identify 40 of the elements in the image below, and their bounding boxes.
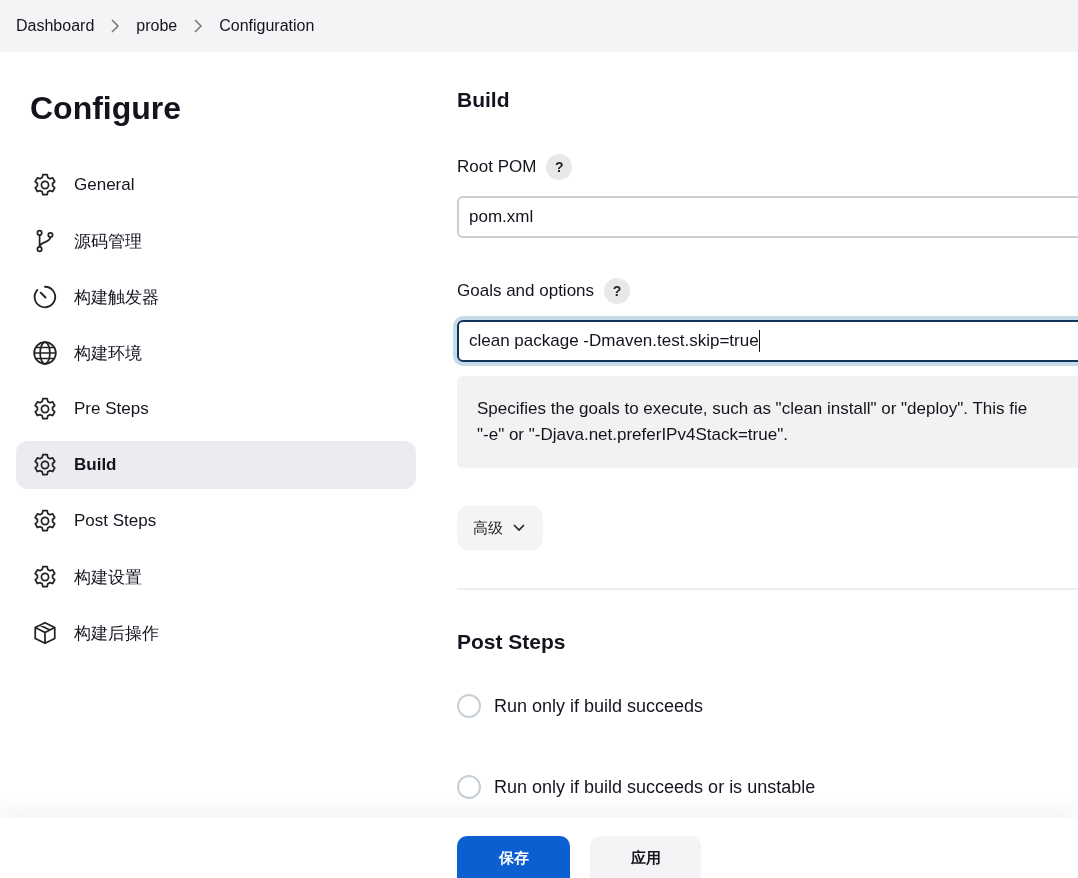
gear-icon [32,396,58,422]
field-label: Goals and options [457,281,595,301]
apply-button[interactable]: 应用 [590,836,701,878]
gear-icon [32,172,58,198]
sidebar-item[interactable]: 源码管理 [16,217,416,265]
sidebar-item[interactable]: 构建环境 [16,329,416,377]
sidebar-item[interactable]: Build [16,441,416,489]
chevron-down-icon [513,524,525,532]
chevron-right-icon [110,19,121,33]
radio-label: Run only if build succeeds or is unstable [494,776,816,798]
globe-icon [32,340,58,366]
input-field[interactable]: pom.xml [457,196,1078,238]
chevron-right-icon [193,19,204,33]
breadcrumb-link[interactable]: probe [136,17,178,35]
sidebar-item[interactable]: 构建触发器 [16,273,416,321]
sidebar-item[interactable]: General [16,161,416,209]
breadcrumb-link[interactable]: Configuration [219,17,315,35]
sidebar-item[interactable]: Post Steps [16,497,416,545]
breadcrumb-link[interactable]: Dashboard [16,17,95,35]
gear-icon [32,508,58,534]
section-heading: Post Steps [457,630,567,654]
sidebar-item[interactable]: Pre Steps [16,385,416,433]
help-button[interactable]: ? [604,278,631,304]
gear-icon [32,564,58,590]
timer-icon [32,284,58,310]
package-icon [32,620,58,646]
help-text: "-e" or "-Djava.net.preferIPv4Stack=true". [477,424,788,446]
sidebar-item[interactable]: 构建设置 [16,553,416,601]
save-button[interactable]: 保存 [457,836,570,878]
field-label: Root POM [457,157,537,177]
gear-icon [32,452,58,478]
advanced-button[interactable]: 高级 [457,506,543,550]
radio-button[interactable] [457,775,481,799]
sidebar-item[interactable]: 构建后操作 [16,609,416,657]
radio-button[interactable] [457,694,481,718]
page-title: Configure [30,90,183,127]
section-heading: Build [457,88,511,112]
help-button[interactable]: ? [546,154,573,180]
help-text: Specifies the goals to execute, such as "clean install" or "deploy". This fie [477,398,1028,420]
radio-label: Run only if build succeeds [494,695,704,717]
